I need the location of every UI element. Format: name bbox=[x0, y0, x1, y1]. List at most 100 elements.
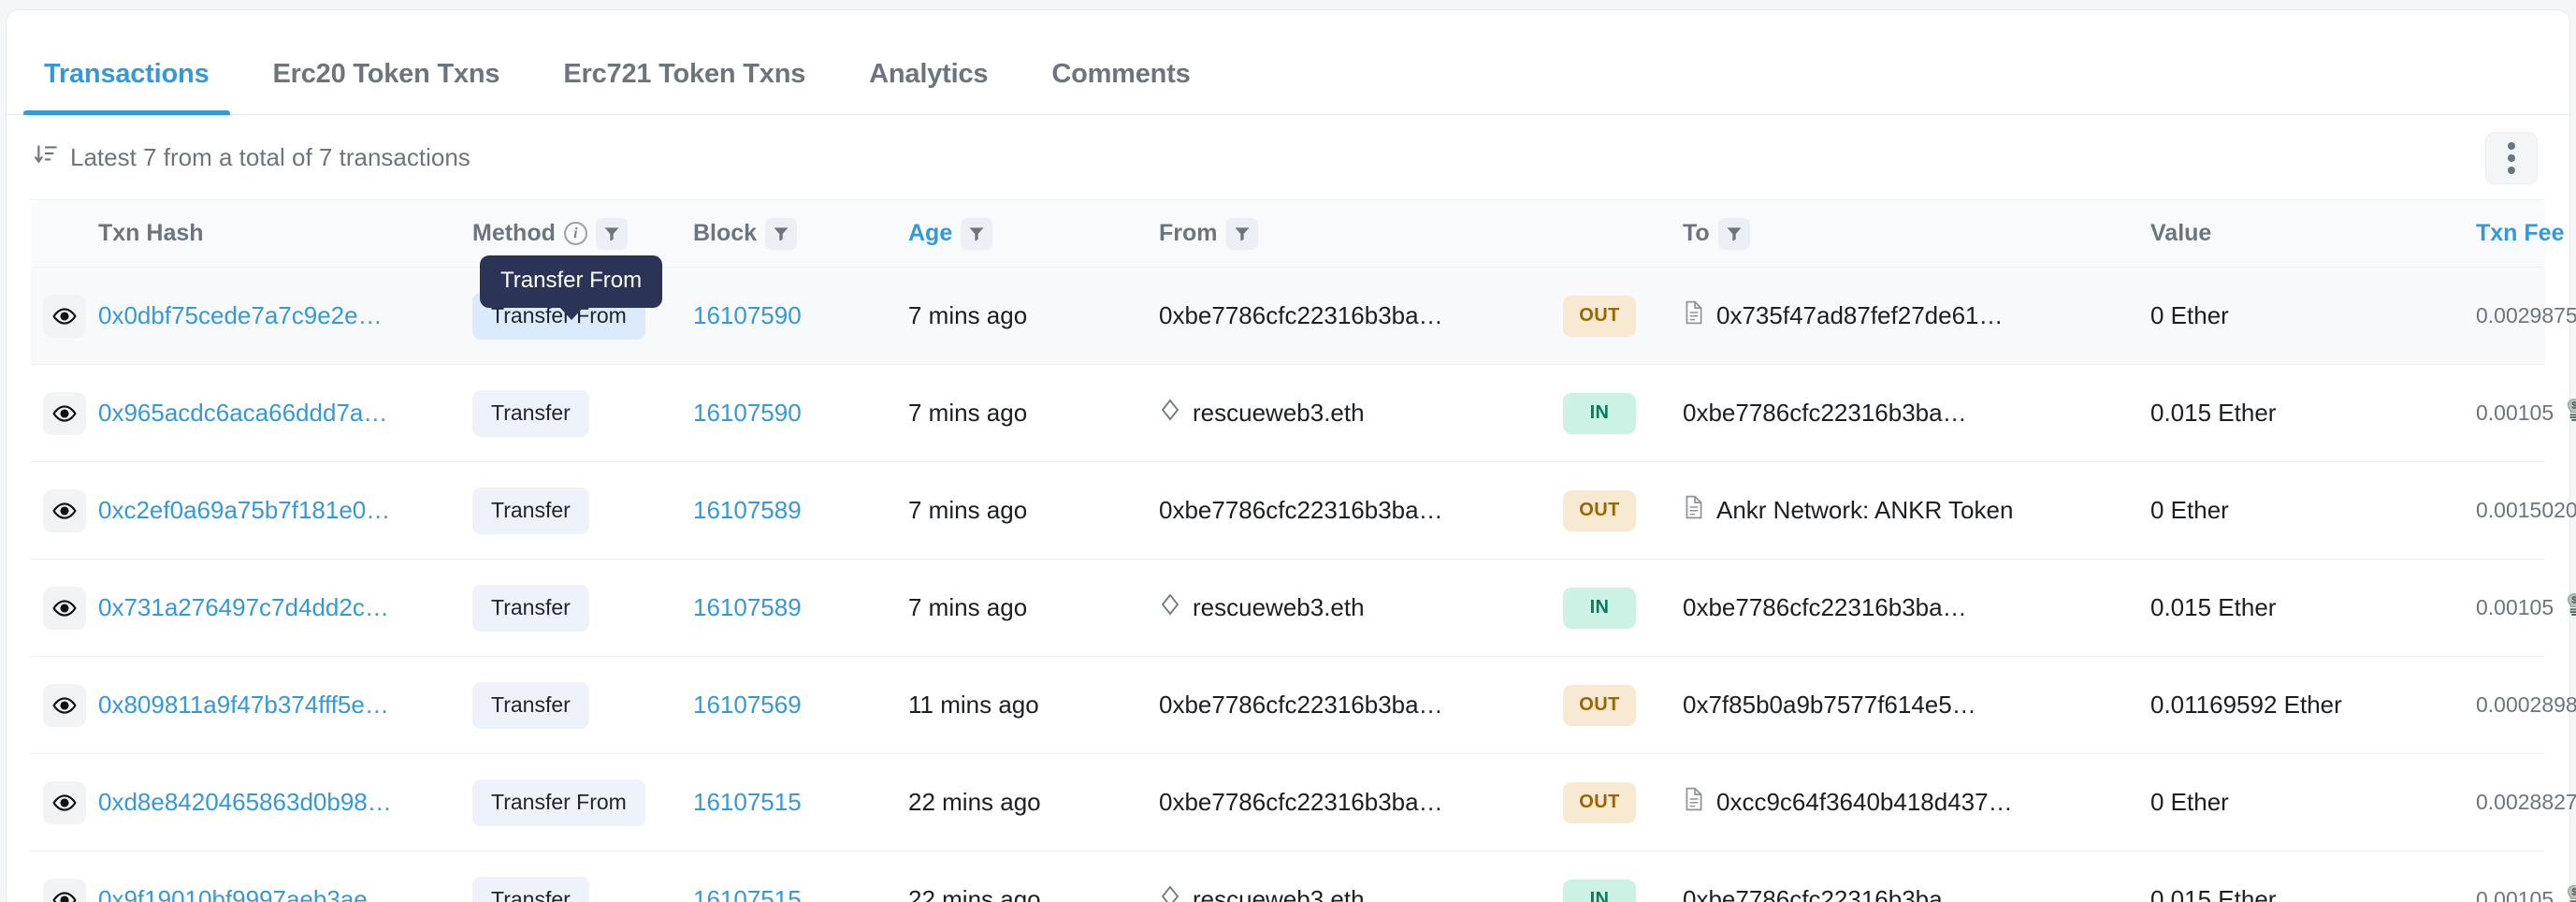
filter-icon[interactable] bbox=[1225, 217, 1258, 250]
eye-icon[interactable] bbox=[43, 391, 86, 435]
txn-hash-link[interactable]: 0x9f19010bf9997aeb3ae… bbox=[98, 885, 392, 902]
to-address[interactable]: 0x735f47ad87fef27de61… bbox=[1716, 301, 2004, 330]
eye-icon[interactable] bbox=[43, 294, 86, 338]
filter-icon[interactable] bbox=[595, 217, 628, 250]
method-badge[interactable]: Transfer bbox=[472, 487, 589, 534]
method-cell: Transfer From bbox=[472, 267, 693, 365]
txn-fee-text: 0.00150205 bbox=[2476, 498, 2576, 522]
from-cell: rescueweb3.eth bbox=[1159, 851, 1563, 902]
direction-cell: OUT bbox=[1563, 656, 1683, 754]
txn-fee-cell: 0.0029875$ bbox=[2476, 267, 2576, 365]
column-header-label: To bbox=[1683, 220, 1710, 246]
from-address: 0xbe7786cfc22316b3ba… bbox=[1159, 301, 1443, 329]
row-preview-cell bbox=[31, 656, 98, 754]
column-header-to[interactable]: To bbox=[1683, 199, 2150, 268]
kebab-dot bbox=[2508, 154, 2515, 162]
txn-hash-link[interactable]: 0x0dbf75cede7a7c9e2e… bbox=[98, 301, 383, 330]
value-text: 0 Ether bbox=[2150, 496, 2229, 524]
eye-icon[interactable] bbox=[43, 683, 86, 727]
from-cell: 0xbe7786cfc22316b3ba… bbox=[1159, 267, 1563, 365]
block-link[interactable]: 16107590 bbox=[693, 301, 802, 330]
from-address[interactable]: rescueweb3.eth bbox=[1193, 593, 1365, 622]
more-options-button[interactable] bbox=[2485, 132, 2538, 184]
txn-hash-link[interactable]: 0x965acdc6aca66ddd7a… bbox=[98, 399, 387, 428]
eye-icon[interactable] bbox=[43, 878, 86, 902]
contract-icon bbox=[1683, 300, 1705, 331]
column-header-block[interactable]: Block bbox=[693, 199, 908, 268]
column-header-label: Block bbox=[693, 220, 758, 246]
direction-badge: OUT bbox=[1563, 295, 1636, 337]
table-row: 0x809811a9f47b374fff5e… Transfer 16107569 1… bbox=[31, 656, 2576, 754]
txn-hash-link[interactable]: 0xd8e8420465863d0b98… bbox=[98, 788, 392, 817]
tab-label: Transactions bbox=[44, 59, 210, 89]
to-cell: 0xbe7786cfc22316b3ba… bbox=[1683, 364, 2150, 462]
tab-erc20-token-txns[interactable]: Erc20 Token Txns bbox=[253, 59, 521, 114]
block-link[interactable]: 16107589 bbox=[693, 593, 802, 622]
block-link[interactable]: 16107515 bbox=[693, 885, 802, 902]
block-cell: 16107515 bbox=[693, 851, 908, 902]
method-badge[interactable]: Transfer bbox=[472, 876, 589, 902]
filter-icon[interactable] bbox=[961, 217, 993, 250]
column-header-label: Txn Fee bbox=[2476, 220, 2565, 246]
from-cell: rescueweb3.eth bbox=[1159, 559, 1563, 657]
to-cell: Ankr Network: ANKR Token bbox=[1683, 461, 2150, 560]
to-address[interactable]: 0x7f85b0a9b7577f614e5… bbox=[1683, 691, 1976, 720]
block-link[interactable]: 16107515 bbox=[693, 788, 802, 817]
block-cell: 16107569 bbox=[693, 656, 908, 754]
txn-hash-link[interactable]: 0x731a276497c7d4dd2c… bbox=[98, 593, 389, 622]
direction-badge: IN bbox=[1563, 879, 1636, 902]
table-body: 0x0dbf75cede7a7c9e2e… Transfer From 161075… bbox=[31, 267, 2576, 902]
tab-label: Comments bbox=[1051, 59, 1191, 89]
direction-badge: OUT bbox=[1563, 684, 1636, 726]
txn-hash-link[interactable]: 0xc2ef0a69a75b7f181e0… bbox=[98, 496, 390, 525]
filter-icon[interactable] bbox=[765, 217, 798, 250]
from-address[interactable]: rescueweb3.eth bbox=[1193, 399, 1365, 428]
filter-icon[interactable] bbox=[1717, 217, 1750, 250]
svg-text:$: $ bbox=[2571, 887, 2576, 897]
from-address[interactable]: rescueweb3.eth bbox=[1193, 885, 1365, 902]
eye-icon[interactable] bbox=[43, 780, 86, 824]
direction-badge: IN bbox=[1563, 587, 1636, 629]
from-cell: rescueweb3.eth bbox=[1159, 364, 1563, 462]
eye-icon[interactable] bbox=[43, 488, 86, 532]
method-badge[interactable]: Transfer From bbox=[472, 292, 645, 340]
method-cell: Transfer bbox=[472, 364, 693, 462]
method-badge[interactable]: Transfer bbox=[472, 681, 589, 729]
gas-tracker-icon: $ bbox=[2563, 884, 2576, 902]
block-link[interactable]: 16107590 bbox=[693, 399, 802, 428]
txn-hash-link[interactable]: 0x809811a9f47b374fff5e… bbox=[98, 691, 389, 720]
column-header-age[interactable]: Age bbox=[908, 199, 1159, 268]
txn-fee-cell: 0.00028981$ bbox=[2476, 656, 2576, 754]
from-address: 0xbe7786cfc22316b3ba… bbox=[1159, 788, 1443, 816]
eye-icon[interactable] bbox=[43, 586, 86, 630]
tab-erc721-token-txns[interactable]: Erc721 Token Txns bbox=[543, 59, 826, 114]
tab-comments[interactable]: Comments bbox=[1031, 59, 1210, 114]
tab-transactions[interactable]: Transactions bbox=[23, 59, 230, 115]
value-cell: 0 Ether bbox=[2150, 267, 2476, 365]
method-badge[interactable]: Transfer bbox=[472, 389, 589, 437]
column-header-from[interactable]: From bbox=[1159, 199, 1563, 268]
contract-icon bbox=[1683, 495, 1705, 526]
tab-label: Erc721 Token Txns bbox=[563, 59, 806, 89]
method-badge[interactable]: Transfer From bbox=[472, 778, 645, 826]
direction-badge: OUT bbox=[1563, 781, 1636, 823]
gas-tracker-icon: $ bbox=[2563, 592, 2576, 623]
direction-badge: IN bbox=[1563, 392, 1636, 434]
table-row: 0x731a276497c7d4dd2c… Transfer 16107589 7 m… bbox=[31, 559, 2576, 657]
value-text: 0.015 Ether bbox=[2150, 885, 2277, 902]
tab-analytics[interactable]: Analytics bbox=[848, 59, 1008, 114]
to-address[interactable]: Ankr Network: ANKR Token bbox=[1716, 496, 2013, 525]
block-link[interactable]: 16107589 bbox=[693, 496, 802, 525]
to-address[interactable]: 0xcc9c64f3640b418d437… bbox=[1716, 788, 2013, 817]
to-address: 0xbe7786cfc22316b3ba… bbox=[1683, 593, 1967, 621]
block-link[interactable]: 16107569 bbox=[693, 691, 802, 720]
txn-hash-cell: 0x731a276497c7d4dd2c… bbox=[98, 559, 472, 657]
info-icon[interactable]: i bbox=[563, 222, 587, 245]
column-header-method[interactable]: Method i bbox=[472, 199, 693, 268]
transactions-card: Transactions Erc20 Token Txns Erc721 Token… bbox=[6, 9, 2576, 902]
row-preview-cell bbox=[31, 559, 98, 657]
ens-icon bbox=[1159, 398, 1181, 429]
method-badge[interactable]: Transfer bbox=[472, 584, 589, 632]
column-header-fee[interactable]: Txn Fee bbox=[2476, 199, 2564, 268]
value-cell: 0 Ether bbox=[2150, 461, 2476, 560]
